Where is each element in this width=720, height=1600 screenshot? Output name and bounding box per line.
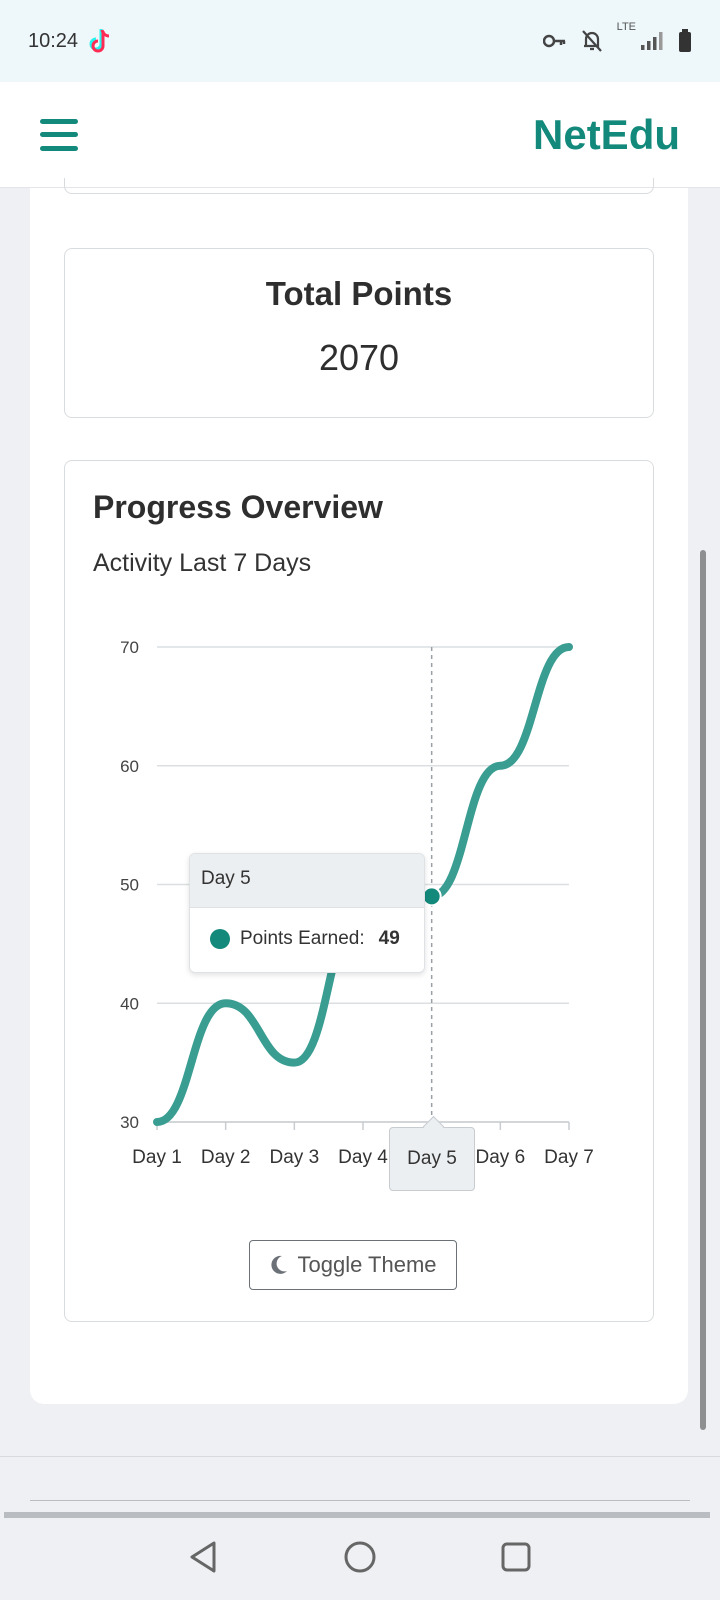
series-color-dot bbox=[210, 929, 230, 949]
tooltip-title: Day 5 bbox=[190, 854, 424, 908]
app-header: NetEdu bbox=[0, 82, 720, 188]
tooltip-value: 49 bbox=[378, 928, 400, 949]
system-nav-bar bbox=[0, 1518, 720, 1600]
x-tick-label: Day 3 bbox=[270, 1147, 320, 1168]
brand-logo[interactable]: NetEdu bbox=[533, 111, 680, 159]
bell-off-icon bbox=[581, 30, 602, 52]
total-points-value: 2070 bbox=[318, 337, 400, 378]
dashboard-card: Total Points 2070 Progress Overview Acti… bbox=[30, 178, 688, 1404]
x-tick-label: Day 7 bbox=[544, 1147, 594, 1168]
y-tick-label: 50 bbox=[120, 876, 139, 895]
progress-subtitle: Activity Last 7 Days bbox=[93, 549, 312, 577]
previous-card-edge bbox=[64, 178, 654, 194]
tiktok-icon bbox=[89, 29, 110, 53]
toggle-theme-button[interactable]: Toggle Theme bbox=[249, 1240, 457, 1290]
status-bar: 10:24 LTE bbox=[0, 0, 720, 82]
y-tick-label: 70 bbox=[120, 638, 139, 657]
hamburger-icon[interactable] bbox=[40, 118, 78, 151]
back-icon[interactable] bbox=[186, 1539, 222, 1580]
toggle-theme-label: Toggle Theme bbox=[297, 1252, 437, 1277]
x-tick-label: Day 2 bbox=[201, 1147, 251, 1168]
footer-divider bbox=[0, 1456, 720, 1457]
recents-icon[interactable] bbox=[498, 1539, 534, 1580]
network-type: LTE bbox=[616, 21, 636, 33]
total-points-title: Total Points bbox=[265, 275, 453, 312]
status-time: 10:24 bbox=[28, 29, 79, 52]
highlighted-point bbox=[421, 886, 442, 907]
x-tick-label: Day 1 bbox=[132, 1147, 182, 1168]
chart-tooltip: Day 5 Points Earned: 49 bbox=[189, 853, 425, 973]
moon-icon bbox=[271, 1255, 288, 1274]
signal-icon bbox=[641, 32, 663, 50]
y-tick-label: 30 bbox=[120, 1113, 139, 1132]
total-points-card: Total Points 2070 bbox=[64, 248, 654, 418]
progress-overview-card: Progress Overview Activity Last 7 Days 3… bbox=[64, 460, 654, 1322]
battery-icon bbox=[679, 29, 691, 52]
progress-title: Progress Overview bbox=[93, 489, 383, 525]
page-scrollbar[interactable] bbox=[700, 550, 706, 1430]
y-tick-label: 40 bbox=[120, 994, 139, 1013]
key-icon bbox=[542, 34, 565, 48]
content-area: Total Points 2070 Progress Overview Acti… bbox=[0, 178, 720, 1458]
y-tick-label: 60 bbox=[120, 757, 139, 776]
x-tick-label: Day 6 bbox=[476, 1147, 526, 1168]
home-icon[interactable] bbox=[342, 1539, 378, 1580]
tooltip-label: Points Earned: bbox=[240, 928, 365, 949]
x-tick-label: Day 4 bbox=[338, 1147, 388, 1168]
x-axis-crosshair-label: Day 5 bbox=[389, 1127, 475, 1191]
footer-divider bbox=[30, 1500, 690, 1501]
